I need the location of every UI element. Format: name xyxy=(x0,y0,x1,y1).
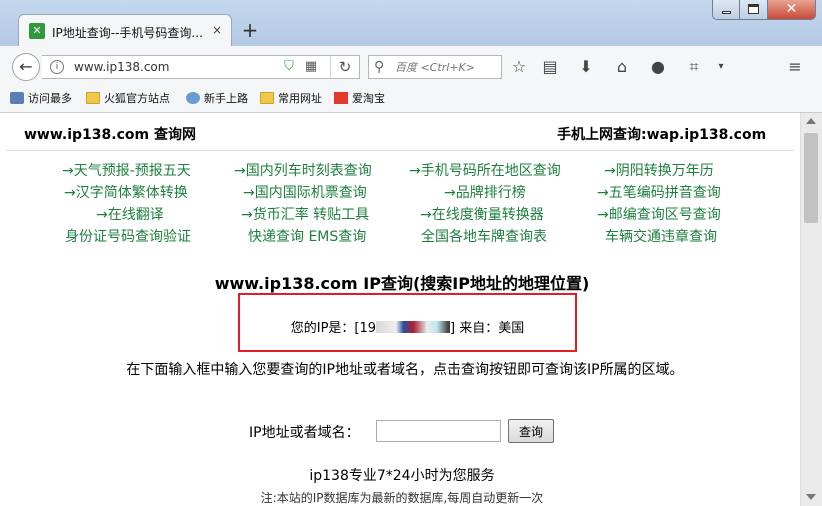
link-id-card[interactable]: 身份证号码查询验证 xyxy=(65,226,191,246)
scroll-down-icon[interactable] xyxy=(806,494,816,500)
hamburger-menu-icon[interactable]: ≡ xyxy=(784,56,806,78)
ip-input[interactable] xyxy=(376,420,501,442)
home-icon[interactable]: ⌂ xyxy=(611,56,633,78)
link-translate[interactable]: →在线翻译 xyxy=(96,204,164,224)
header-divider xyxy=(6,150,794,151)
tab-close-icon[interactable]: × xyxy=(209,22,225,38)
folder-icon xyxy=(260,92,274,104)
link-weather[interactable]: →天气预报-预报五天 xyxy=(62,160,191,180)
ip-input-label: IP地址或者域名： xyxy=(249,425,360,441)
url-text[interactable]: www.ip138.com xyxy=(74,60,169,74)
bookmarks-toolbar: 访问最多 火狐官方站点 新手上路 常用网址 爱淘宝 xyxy=(0,86,822,113)
query-button[interactable]: 查询 xyxy=(508,419,554,443)
link-train-schedule[interactable]: →国内列车时刻表查询 xyxy=(234,160,372,180)
link-flight-tickets[interactable]: →国内国际机票查询 xyxy=(243,182,367,202)
back-arrow-icon: ← xyxy=(19,57,33,76)
scroll-thumb[interactable] xyxy=(804,133,818,223)
link-currency[interactable]: →货币汇率 转贴工具 xyxy=(241,204,369,224)
link-row: 身份证号码查询验证 快递查询 EMS查询 全国各地车牌查询表 车辆交通违章查询 xyxy=(48,226,768,248)
vertical-scrollbar[interactable] xyxy=(800,113,822,506)
ip-location: ] 来自：美国 xyxy=(450,321,525,336)
bookmark-firefox-sites[interactable]: 火狐官方站点 xyxy=(86,91,170,107)
close-icon: ✕ xyxy=(785,1,798,17)
reload-icon: ↻ xyxy=(338,58,352,76)
navigation-toolbar: ← i www.ip138.com ⛉ ▦ ↻ ⚲ ☆ ▤ ⬇ ⌂ ● ⌗ ▾ … xyxy=(0,46,822,87)
search-input[interactable] xyxy=(395,59,493,75)
close-window-button[interactable]: ✕ xyxy=(768,0,816,20)
link-chinese-convert[interactable]: →汉字简体繁体转换 xyxy=(64,182,188,202)
link-row: →天气预报-预报五天 →国内列车时刻表查询 →手机号码所在地区查询 →阴阳转换万… xyxy=(48,160,768,182)
title-bar: ✕ IP地址查询--手机号码查询... × + ✕ xyxy=(0,0,822,46)
database-note: 注:本站的IP数据库为最新的数据库,每周自动更新一次 xyxy=(260,491,544,505)
back-button[interactable]: ← xyxy=(12,53,40,81)
site-title: www.ip138.com 查询网 xyxy=(24,127,196,143)
bookmark-taobao[interactable]: 爱淘宝 xyxy=(334,91,385,107)
page-title: www.ip138.com IP查询(搜索IP地址的地理位置) xyxy=(214,274,590,293)
download-icon[interactable]: ⬇ xyxy=(575,56,597,78)
mobile-site-link[interactable]: 手机上网查询:wap.ip138.com xyxy=(557,124,766,144)
search-bar[interactable]: ⚲ xyxy=(368,55,502,79)
page-content: www.ip138.com 查询网 手机上网查询:wap.ip138.com →… xyxy=(0,113,800,506)
service-text: ip138专业7*24小时为您服务 xyxy=(309,468,495,484)
minimize-button[interactable] xyxy=(712,0,740,20)
bookmark-common-sites[interactable]: 常用网址 xyxy=(260,91,322,107)
maximize-button[interactable] xyxy=(740,0,768,20)
taobao-icon xyxy=(334,92,348,104)
bookmark-most-visited[interactable]: 访问最多 xyxy=(10,91,72,107)
ip-prefix: 您的IP是：[19 xyxy=(290,321,377,336)
bookmark-getting-started[interactable]: 新手上路 xyxy=(186,91,248,107)
redacted-ip-segment xyxy=(376,321,427,333)
link-traffic-violation[interactable]: 车辆交通违章查询 xyxy=(605,226,717,246)
site-favicon-icon: ✕ xyxy=(29,23,45,39)
qr-code-icon[interactable]: ▦ xyxy=(304,60,318,74)
browser-tab[interactable]: ✕ IP地址查询--手机号码查询... × xyxy=(18,14,232,46)
folder-icon xyxy=(86,92,100,104)
dropdown-icon[interactable]: ▾ xyxy=(710,56,732,78)
shield-icon[interactable]: ⛉ xyxy=(282,59,296,75)
link-calendar[interactable]: →阴阳转换万年历 xyxy=(604,160,714,180)
service-links: →天气预报-预报五天 →国内列车时刻表查询 →手机号码所在地区查询 →阴阳转换万… xyxy=(48,160,768,248)
link-phone-location[interactable]: →手机号码所在地区查询 xyxy=(409,160,561,180)
link-wubi-pinyin[interactable]: →五笔编码拼音查询 xyxy=(597,182,721,202)
link-license-plate[interactable]: 全国各地车牌查询表 xyxy=(421,226,547,246)
address-bar[interactable]: i www.ip138.com ⛉ ▦ ↻ xyxy=(42,55,360,79)
chat-icon[interactable]: ● xyxy=(647,56,669,78)
ip-result-line: 您的IP是：[19 ] 来自：美国 xyxy=(240,317,575,336)
settings-icon xyxy=(10,92,24,104)
tab-title: IP地址查询--手机号码查询... xyxy=(52,26,202,40)
reading-list-icon[interactable]: ▤ xyxy=(539,56,561,78)
reload-button[interactable]: ↻ xyxy=(330,56,359,78)
ip-result-box: 您的IP是：[19 ] 来自：美国 xyxy=(238,293,577,352)
link-express[interactable]: 快递查询 EMS查询 xyxy=(248,226,366,246)
search-icon: ⚲ xyxy=(374,59,385,75)
link-row: →汉字简体繁体转换 →国内国际机票查询 →品牌排行榜 →五笔编码拼音查询 xyxy=(48,182,768,204)
new-tab-button[interactable]: + xyxy=(240,20,260,40)
link-row: →在线翻译 →货币汇率 转贴工具 →在线度衡量转换器 →邮编查询区号查询 xyxy=(48,204,768,226)
globe-icon xyxy=(186,92,200,104)
link-postcode[interactable]: →邮编查询区号查询 xyxy=(597,204,721,224)
redacted-ip-segment xyxy=(426,321,451,333)
scroll-up-icon[interactable] xyxy=(806,118,816,124)
info-icon[interactable]: i xyxy=(50,60,64,74)
instruction-text: 在下面输入框中输入您要查询的IP地址或者域名，点击查询按钮即可查询该IP所属的区… xyxy=(126,362,684,378)
link-brand-ranking[interactable]: →品牌排行榜 xyxy=(444,182,526,202)
screenshot-icon[interactable]: ⌗ xyxy=(683,56,705,78)
bookmark-star-icon[interactable]: ☆ xyxy=(508,56,530,78)
link-unit-converter[interactable]: →在线度衡量转换器 xyxy=(420,204,544,224)
